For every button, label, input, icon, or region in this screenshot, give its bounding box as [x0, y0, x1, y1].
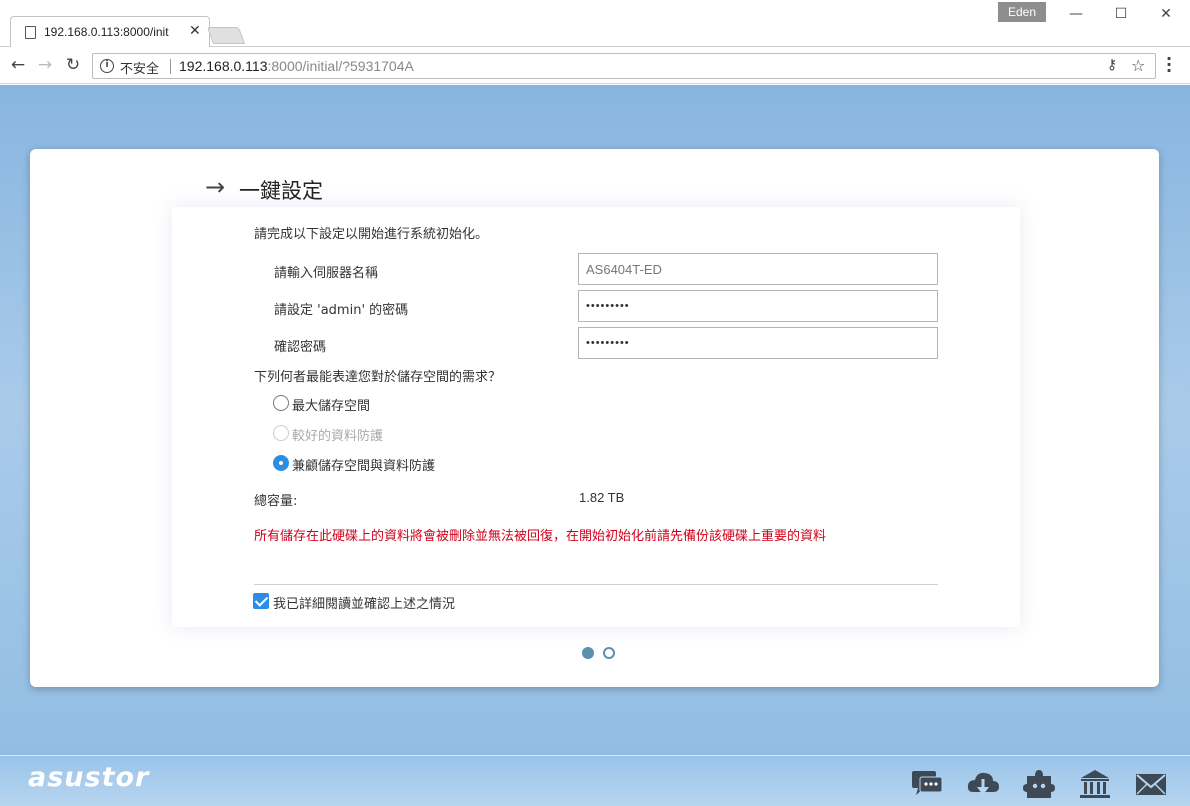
tab-title: 192.168.0.113:8000/init — [44, 25, 169, 39]
browser-toolbar: ← → ↻ i 不安全 192.168.0.113:8000/initial/?… — [0, 47, 1190, 84]
address-separator — [170, 59, 171, 74]
arrow-right-icon: → — [205, 173, 226, 201]
storage-question: 下列何者最能表達您對於儲存空間的需求？ — [254, 370, 502, 385]
divider — [254, 584, 938, 585]
page-dot-inactive[interactable] — [603, 647, 615, 659]
chat-icon[interactable] — [910, 768, 944, 800]
profile-button[interactable]: Eden — [998, 2, 1046, 22]
new-tab-button[interactable] — [206, 27, 246, 44]
browser-tab[interactable]: 192.168.0.113:8000/init ✕ — [10, 16, 210, 48]
confirm-label[interactable]: 我已詳細閱讀並確認上述之情況 — [273, 593, 455, 612]
page-title: 一鍵設定 — [239, 179, 323, 203]
capacity-value: 1.82 TB — [579, 490, 625, 505]
bookmark-star-icon[interactable]: ☆ — [1131, 56, 1145, 75]
intro-text: 請完成以下設定以開始進行系統初始化。 — [254, 227, 489, 242]
maximize-icon[interactable]: ☐ — [1111, 6, 1131, 24]
bank-icon[interactable] — [1078, 768, 1112, 800]
server-name-label: 請輸入伺服器名稱 — [274, 266, 379, 281]
reload-icon[interactable]: ↻ — [63, 55, 83, 75]
admin-password-label: 請設定 'admin' 的密碼 — [274, 303, 409, 318]
option-label: 較好的資料防護 — [292, 429, 384, 444]
capacity-label: 總容量: — [254, 494, 298, 509]
mail-icon[interactable] — [1134, 768, 1168, 800]
setup-card: → 一鍵設定 請完成以下設定以開始進行系統初始化。 請輸入伺服器名稱 AS640… — [30, 149, 1159, 687]
option-label[interactable]: 兼顧儲存空間與資料防護 — [292, 455, 435, 474]
address-bar[interactable]: i 不安全 192.168.0.113:8000/initial/?593170… — [92, 53, 1156, 79]
radio-button-disabled — [273, 425, 289, 441]
confirm-password-label: 確認密碼 — [274, 340, 327, 355]
puzzle-icon[interactable] — [1022, 768, 1056, 800]
url-host: 192.168.0.113 — [179, 58, 268, 74]
browser-menu-icon[interactable]: · · · — [1166, 51, 1172, 79]
option-label[interactable]: 最大儲存空間 — [292, 395, 370, 414]
footer-bar: asustor — [0, 755, 1190, 806]
page-icon — [25, 26, 36, 39]
data-loss-warning: 所有儲存在此硬碟上的資料將會被刪除並無法被回復，在開始初始化前請先備份該硬碟上重… — [254, 529, 827, 544]
url-path: :8000/initial/?5931704A — [267, 58, 414, 74]
confirm-checkbox[interactable] — [253, 593, 269, 609]
forward-icon[interactable]: → — [35, 55, 55, 75]
window-close-icon[interactable]: ✕ — [1156, 6, 1176, 24]
server-name-input[interactable]: AS6404T-ED — [578, 253, 938, 285]
minimize-icon[interactable]: — — [1066, 6, 1086, 24]
page-background: → 一鍵設定 請完成以下設定以開始進行系統初始化。 請輸入伺服器名稱 AS640… — [0, 85, 1190, 806]
url-text[interactable]: 192.168.0.113:8000/initial/?5931704A — [179, 58, 414, 74]
asustor-logo: asustor — [28, 762, 150, 793]
page-dot-active[interactable] — [582, 647, 594, 659]
close-tab-icon[interactable]: ✕ — [189, 23, 201, 39]
radio-button-selected[interactable] — [273, 455, 289, 471]
radio-button[interactable] — [273, 395, 289, 411]
key-icon[interactable]: ⚷ — [1107, 57, 1117, 73]
security-label[interactable]: 不安全 — [120, 58, 159, 77]
confirm-password-input[interactable]: ••••••••• — [578, 327, 938, 359]
info-icon[interactable]: i — [100, 59, 114, 73]
back-icon[interactable]: ← — [8, 55, 28, 75]
admin-password-input[interactable]: ••••••••• — [578, 290, 938, 322]
browser-tab-bar: 192.168.0.113:8000/init ✕ Eden — ☐ ✕ — [0, 0, 1190, 48]
cloud-download-icon[interactable] — [966, 768, 1000, 800]
